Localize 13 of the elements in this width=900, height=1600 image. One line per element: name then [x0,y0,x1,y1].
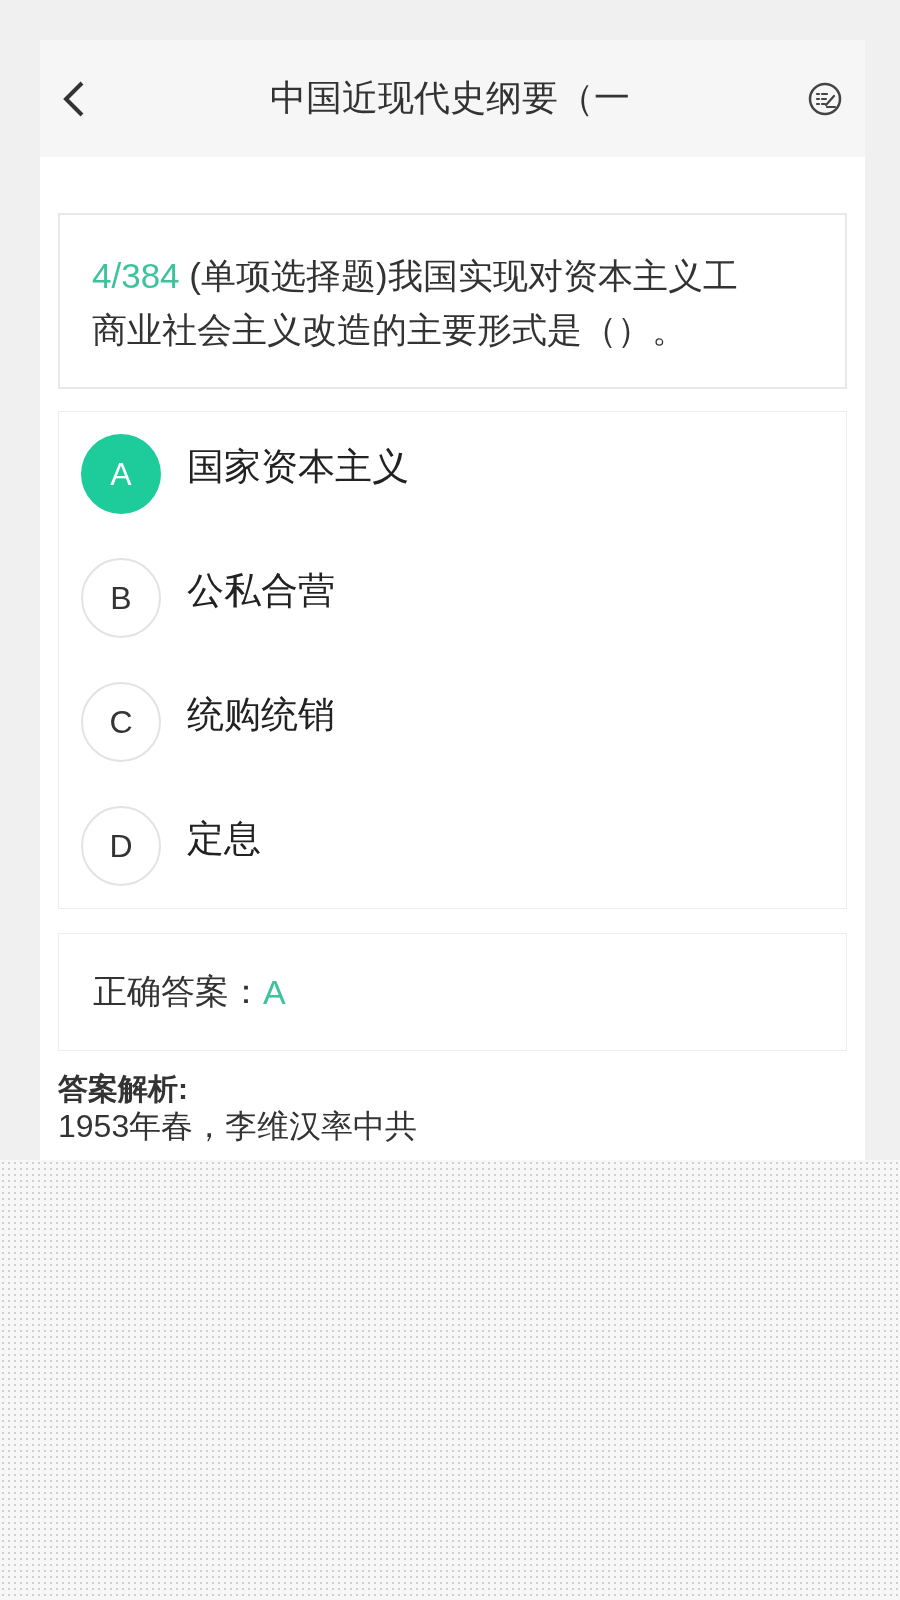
question-text: 4/384 (单项选择题)我国实现对资本主义工商业社会主义改造的主要形式是（）。 [92,255,739,351]
option-letter[interactable]: D [81,806,161,886]
page-title: 中国近现代史纲要（一 [269,76,630,120]
option-letter[interactable]: C [81,682,161,762]
option-text[interactable]: 公私合营 [187,566,335,616]
option-text[interactable]: 国家资本主义 [187,442,409,492]
option-text[interactable]: 统购统销 [187,690,335,740]
answer-value: A [263,972,286,1012]
analysis-text: 1953年春，李维汉率中共 [58,1107,418,1145]
answer-label: 正确答案： [93,971,263,1012]
option-text[interactable]: 定息 [187,814,261,864]
analysis-heading: 答案解析: [58,1071,189,1107]
option-letter[interactable]: B [81,558,161,638]
